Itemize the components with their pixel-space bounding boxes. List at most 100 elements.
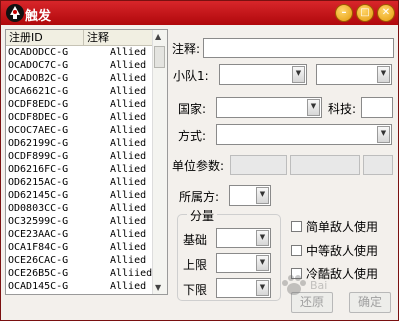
unit-param-select-3[interactable] (363, 155, 393, 175)
list-item[interactable]: OCDF899C-G Allied (6, 150, 154, 163)
list-item[interactable]: OD0803CC-G Allied (6, 202, 154, 215)
list-item-note: Allied (110, 177, 147, 188)
unit-param-select-1[interactable] (230, 155, 287, 175)
list-item-note: Allied (110, 112, 147, 123)
list-item-id: OD62145C-G (8, 190, 69, 201)
svg-text:Bai: Bai (310, 279, 327, 292)
close-icon[interactable]: ✕ (377, 4, 395, 22)
scroll-thumb[interactable] (154, 46, 165, 68)
column-header-note[interactable]: 注释 (83, 30, 109, 45)
upper-select[interactable]: ▼ (216, 253, 271, 273)
list-item-note: Allied (110, 73, 147, 84)
list-item[interactable]: OD62199C-G Allied (6, 137, 154, 150)
list-item[interactable]: OCA6621C-G Allied (6, 85, 154, 98)
list-item[interactable]: OCADOC7C-G Allied (6, 59, 154, 72)
list-item-note: Allied (110, 60, 147, 71)
medium-enemy-checkbox[interactable] (291, 245, 302, 256)
weight-group-title: 分量 (187, 207, 218, 224)
chevron-down-icon: ▼ (256, 230, 269, 246)
tech-label: 科技: (328, 102, 357, 116)
base-label: 基础 (183, 233, 208, 247)
base-select[interactable]: ▼ (216, 228, 271, 248)
baidu-watermark-logo: Bai (282, 275, 327, 295)
list-item-note: Alliied (110, 268, 153, 279)
chevron-down-icon: ▼ (256, 255, 269, 271)
owner-select[interactable]: ▼ (229, 185, 271, 206)
list-item[interactable]: OCDF8DEC-G Allied (6, 111, 154, 124)
list-item-id: OCADOB2C-G (8, 73, 69, 84)
list-item-note: Allied (110, 255, 147, 266)
title-bar: 触发 – □ ✕ (1, 1, 398, 25)
mode-label: 方式: (178, 129, 207, 143)
tech-input[interactable] (361, 97, 393, 118)
list-item[interactable]: OCA1F84C-G Allied (6, 241, 154, 254)
list-item[interactable]: OCE26B5C-G Alliied (6, 267, 154, 280)
list-item-note: Allied (110, 86, 147, 97)
chevron-down-icon: ▼ (307, 99, 320, 116)
app-icon (6, 4, 24, 22)
list-item[interactable]: OC32599C-G Allied (6, 215, 154, 228)
mode-select[interactable]: ▼ (216, 124, 392, 145)
list-item-id: OCADODCC-G (8, 47, 69, 58)
list-item[interactable]: OD6216FC-G Allied (6, 163, 154, 176)
lower-select[interactable]: ▼ (216, 278, 271, 298)
team-select-2[interactable]: ▼ (316, 64, 392, 85)
country-label: 国家: (178, 102, 207, 116)
list-item[interactable]: OCDF8EDC-G Allied (6, 98, 154, 111)
trigger-list[interactable]: 注册ID 注释 OCADODCC-G Allied OCADOC7C-G Allied… (5, 29, 168, 295)
list-item-note: Allied (110, 203, 147, 214)
list-item-id: OCADOC7C-G (8, 60, 69, 71)
list-item[interactable]: OCADOB2C-G Allied (6, 72, 154, 85)
maximize-icon[interactable]: □ (356, 4, 374, 22)
list-item-note: Allied (110, 281, 147, 292)
scroll-down-icon[interactable]: ▼ (155, 283, 161, 292)
lower-label: 下限 (183, 283, 208, 297)
list-item-note: Allied (110, 216, 147, 227)
list-item-note: Allied (110, 138, 147, 149)
list-item-id: OD62199C-G (8, 138, 69, 149)
list-item-id: OCE23AAC-G (8, 229, 69, 240)
team-label: 小队1: (173, 69, 209, 83)
list-item-note: Allied (110, 190, 147, 201)
list-item-id: OCAD145C-G (8, 281, 69, 292)
unit-param-select-2[interactable] (290, 155, 360, 175)
list-item-id: OCDF8EDC-G (8, 99, 69, 110)
column-header-id[interactable]: 注册ID (9, 30, 43, 45)
minimize-icon[interactable]: – (335, 4, 353, 22)
list-item-id: OC32599C-G (8, 216, 69, 227)
list-item-id: OCA1F84C-G (8, 242, 69, 253)
list-item[interactable]: OCE26CAC-G Allied (6, 254, 154, 267)
list-item-note: Allied (110, 125, 147, 136)
list-item-note: Allied (110, 242, 147, 253)
list-item-note: Allied (110, 99, 147, 110)
simple-enemy-label: 简单敌人使用 (306, 220, 379, 234)
vertical-scrollbar[interactable]: ▲ ▼ (152, 30, 167, 294)
list-item-id: OD6216FC-G (8, 164, 69, 175)
list-item[interactable]: OCADODCC-G Allied (6, 46, 154, 59)
list-item[interactable]: OCOC7AEC-G Allied (6, 124, 154, 137)
list-item[interactable]: OCAD145C-G Allied (6, 280, 154, 293)
simple-enemy-checkbox[interactable] (291, 221, 302, 232)
chevron-down-icon: ▼ (256, 280, 269, 296)
trigger-window: 触发 – □ ✕ 注册ID 注释 OCADODCC-G Allied OCADOC7… (0, 0, 399, 321)
list-item-id: OCA6621C-G (8, 86, 69, 97)
list-item-note: Allied (110, 229, 147, 240)
list-item[interactable]: OCE23AAC-G Allied (6, 228, 154, 241)
list-item-id: OCOC7AEC-G (8, 125, 69, 136)
team-select-1[interactable]: ▼ (219, 64, 307, 85)
chevron-down-icon: ▼ (256, 187, 269, 204)
note-label: 注释: (172, 42, 201, 56)
upper-label: 上限 (183, 258, 208, 272)
chevron-down-icon: ▼ (377, 66, 390, 83)
list-item[interactable]: OD62145C-G Allied (6, 189, 154, 202)
scroll-up-icon[interactable]: ▲ (155, 32, 161, 41)
list-item-id: OCDF899C-G (8, 151, 69, 162)
list-item-note: Allied (110, 47, 147, 58)
list-rows: OCADODCC-G Allied OCADOC7C-G Allied OCADOB2C… (6, 46, 154, 293)
unit-param-label: 单位参数: (172, 159, 225, 173)
list-item-id: OCE26CAC-G (8, 255, 69, 266)
country-select[interactable]: ▼ (216, 97, 322, 118)
list-item[interactable]: OD6215AC-G Allied (6, 176, 154, 189)
note-input[interactable] (203, 38, 394, 58)
owner-label: 所属方: (179, 190, 220, 204)
